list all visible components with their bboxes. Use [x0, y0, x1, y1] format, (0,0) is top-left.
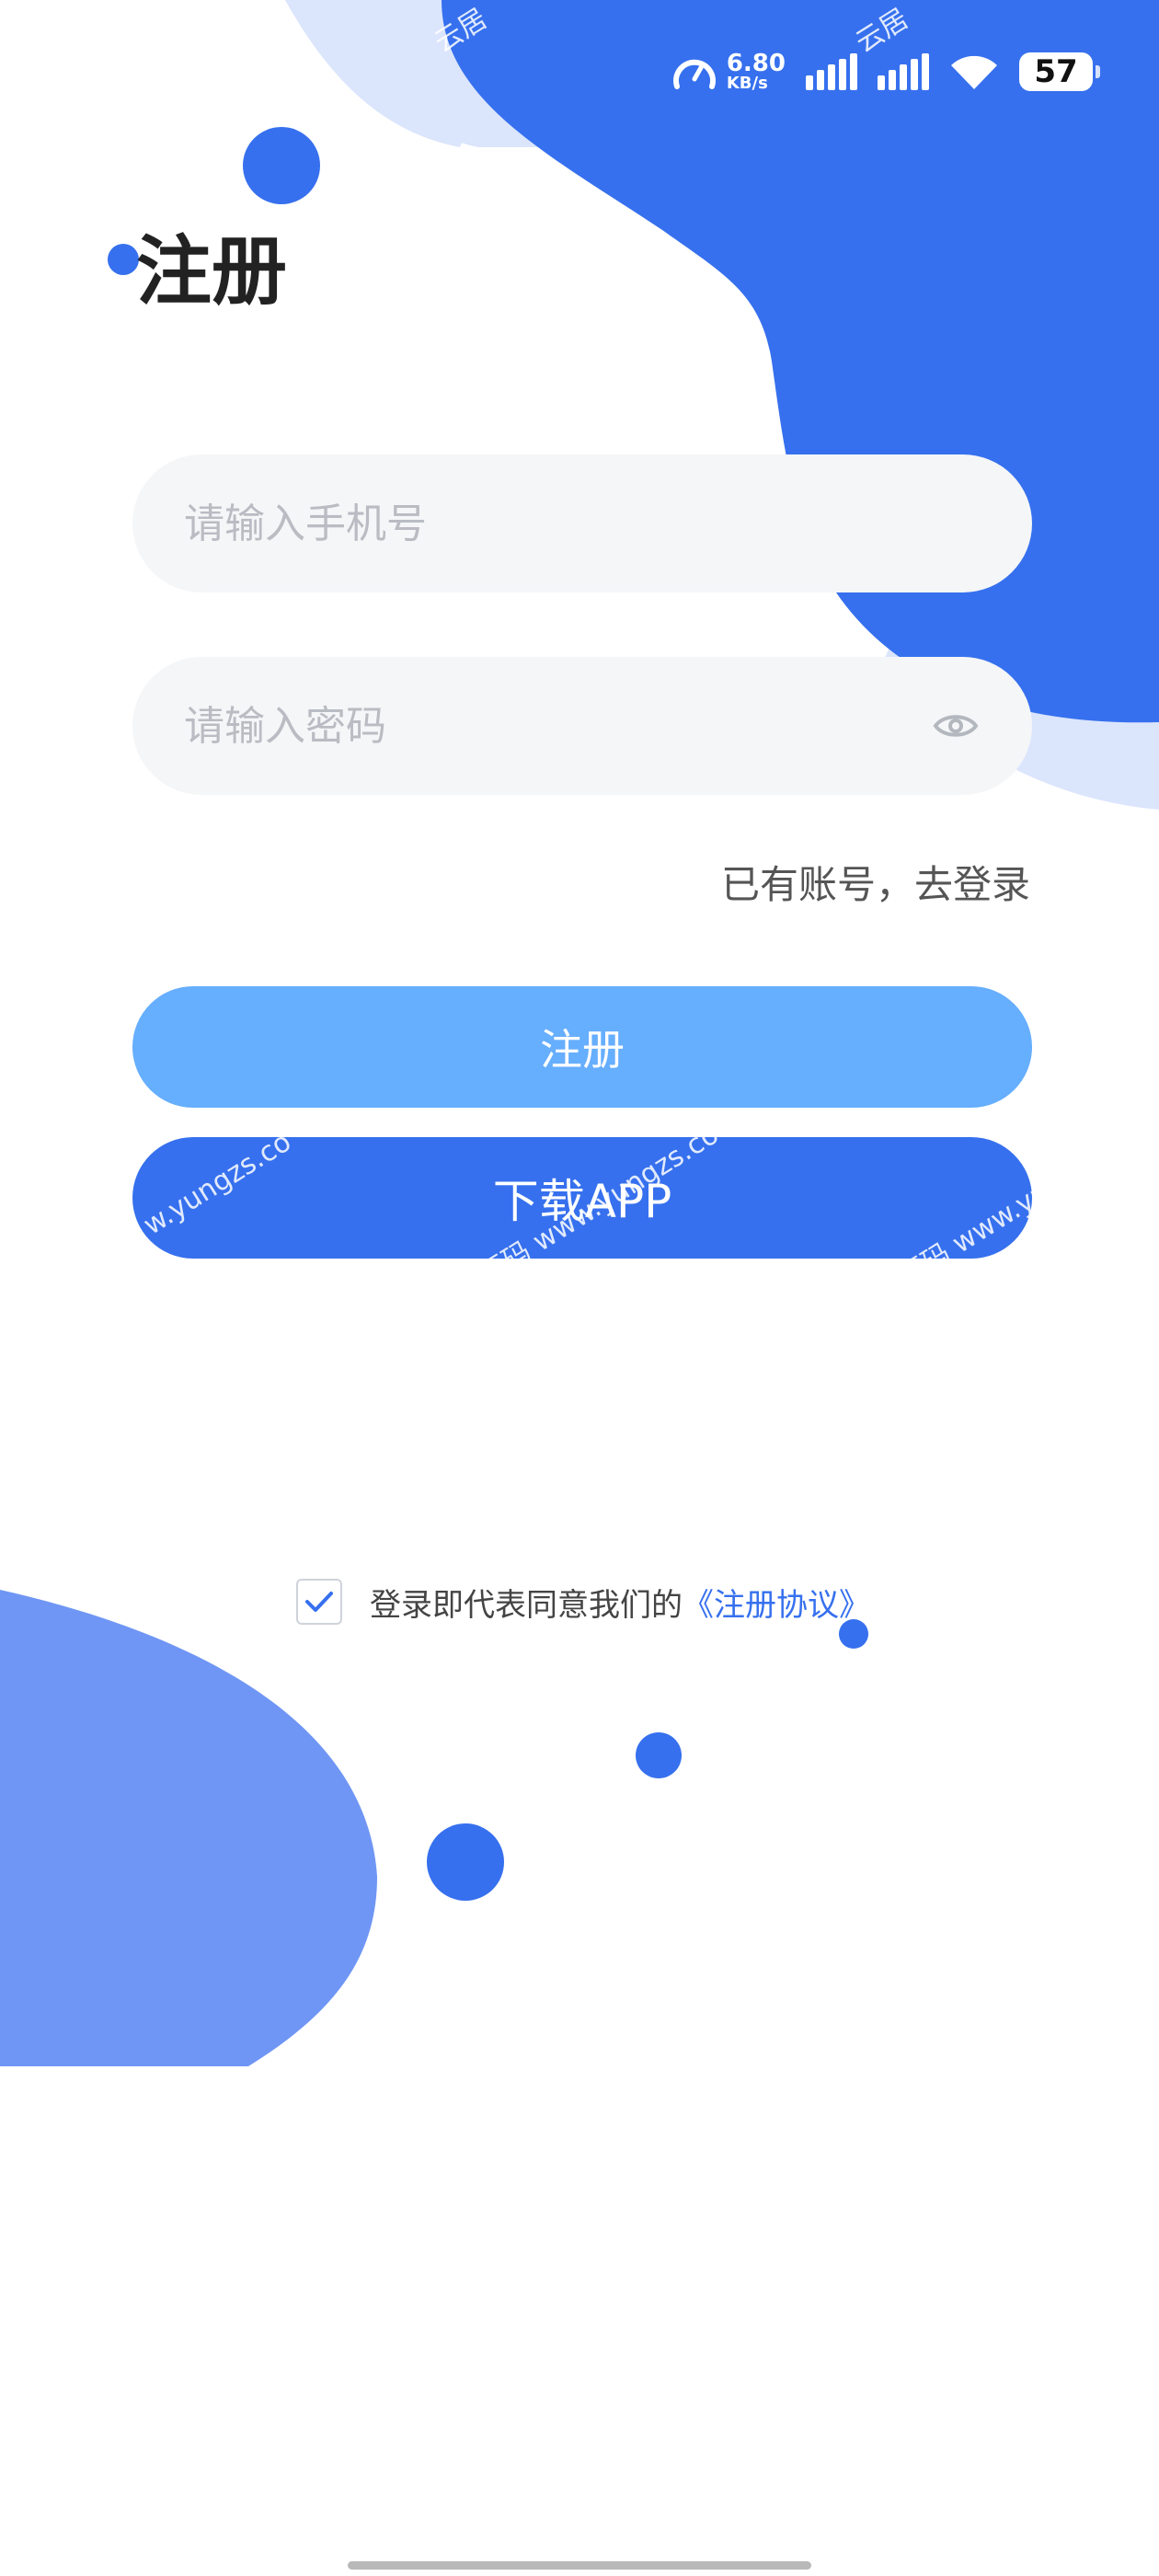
wifi-icon: [951, 55, 997, 89]
network-speed: 6.80 KB/s: [671, 52, 786, 92]
password-field[interactable]: [132, 657, 1032, 795]
dot-top-large: [243, 127, 320, 204]
agreement-link[interactable]: 《注册协议》: [683, 1580, 870, 1625]
download-app-button[interactable]: 下载APP: [132, 1137, 1032, 1259]
password-input[interactable]: [184, 702, 981, 750]
signal-icon: [878, 53, 929, 90]
dot-title: [108, 244, 139, 275]
signal-icon: [806, 53, 857, 90]
agreement-row: 登录即代表同意我们的 《注册协议》: [296, 1579, 870, 1625]
dot-bottom-large: [427, 1823, 504, 1901]
page-title: 注册: [136, 228, 288, 316]
go-login-link[interactable]: 已有账号，去登录: [721, 854, 1030, 910]
check-icon: [305, 1592, 333, 1612]
background-decoration: [0, 0, 1159, 2066]
status-bar: 6.80 KB/s 57: [671, 37, 1100, 107]
register-button[interactable]: 注册: [132, 986, 1032, 1108]
battery-icon: 57: [1019, 52, 1100, 91]
phone-input[interactable]: [184, 500, 981, 547]
agreement-checkbox[interactable]: [296, 1579, 342, 1625]
speed-gauge-icon: [672, 59, 716, 89]
agreement-text: 登录即代表同意我们的: [370, 1586, 683, 1624]
blue-blob-top: [442, 0, 1159, 723]
dot-bottom-medium: [636, 1732, 682, 1778]
speed-readout: 6.80 KB/s: [727, 52, 786, 92]
blob-bottom-left: [0, 1590, 377, 2066]
register-screen: 云居 云居 6.80 KB/s 57 注册 请输入手机号 已有账号，去登录 注册…: [0, 0, 1159, 2576]
speed-value: 6.80: [726, 50, 786, 77]
home-indicator[interactable]: [348, 2561, 811, 2570]
phone-field[interactable]: [132, 454, 1032, 592]
eye-icon[interactable]: [933, 710, 979, 742]
speed-unit: KB/s: [726, 74, 768, 93]
